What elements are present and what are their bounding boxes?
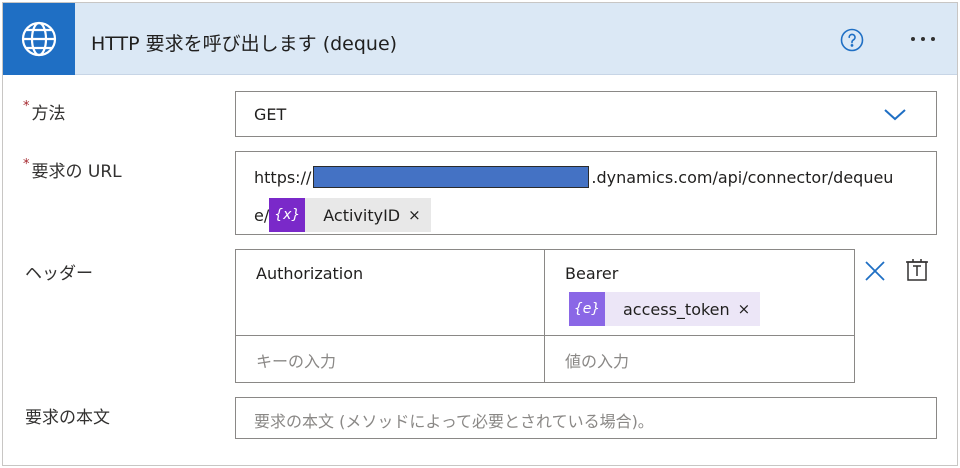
ellipsis-dot <box>931 37 935 41</box>
body-label: 要求の本文 <box>25 408 110 428</box>
url-suffix: .dynamics.com/api/connector/dequeu <box>591 167 894 187</box>
url-second-line: e/ {x} ActivityID × <box>254 198 431 232</box>
header-value-cell[interactable]: Bearer {e} access_token × <box>545 250 854 336</box>
token-label: ActivityID <box>323 205 401 225</box>
switch-to-text-mode-icon[interactable] <box>905 257 929 283</box>
action-title: HTTP 要求を呼び出します (deque) <box>91 33 398 55</box>
required-mark: * <box>23 157 30 172</box>
value-placeholder: 値の入力 <box>565 352 630 371</box>
activityid-token[interactable]: {x} ActivityID × <box>269 198 431 232</box>
redacted-block <box>313 166 590 188</box>
headers-label: ヘッダー <box>25 264 93 284</box>
header-key-value: Authorization <box>256 264 364 283</box>
method-value: GET <box>254 105 287 124</box>
action-header[interactable]: HTTP 要求を呼び出します (deque) <box>3 3 957 75</box>
chevron-down-icon[interactable] <box>882 104 908 124</box>
dynamic-content-icon: {e} <box>569 292 605 326</box>
header-key-cell[interactable]: Authorization <box>236 250 545 336</box>
remove-token-button[interactable]: × <box>738 300 761 318</box>
token-label: access_token <box>623 299 730 319</box>
http-action-card: HTTP 要求を呼び出します (deque) * 方法 GET * 要求の URL … <box>2 2 958 466</box>
url-prefix: https:// <box>254 167 312 187</box>
header-value-input-empty[interactable]: 値の入力 <box>545 336 854 382</box>
key-placeholder: キーの入力 <box>256 352 337 371</box>
url-line2-text: e/ <box>254 205 270 225</box>
body-input[interactable]: 要求の本文 (メソッドによって必要とされている場合)。 <box>235 397 937 439</box>
globe-icon <box>3 3 75 75</box>
help-icon[interactable] <box>839 27 865 53</box>
header-value-text: Bearer <box>565 264 619 283</box>
url-label: * 要求の URL <box>23 157 122 182</box>
url-text-line: https:// .dynamics.com/api/connector/deq… <box>254 166 893 188</box>
close-icon[interactable] <box>863 259 887 283</box>
url-label-text: 要求の URL <box>31 162 122 182</box>
url-input[interactable]: https:// .dynamics.com/api/connector/deq… <box>235 151 937 235</box>
header-key-input-empty[interactable]: キーの入力 <box>236 336 545 382</box>
more-options-button[interactable] <box>903 25 943 53</box>
header-value-token-wrap: {e} access_token × <box>569 292 761 326</box>
method-label: * 方法 <box>23 99 66 124</box>
access-token-token[interactable]: {e} access_token × <box>569 292 761 326</box>
ellipsis-dot <box>911 37 915 41</box>
method-label-text: 方法 <box>31 104 66 124</box>
body-placeholder: 要求の本文 (メソッドによって必要とされている場合)。 <box>254 412 654 431</box>
ellipsis-dot <box>921 37 925 41</box>
expression-icon: {x} <box>269 198 306 232</box>
method-dropdown[interactable]: GET <box>235 91 937 137</box>
headers-table: Authorization Bearer {e} access_token × … <box>235 249 855 383</box>
required-mark: * <box>23 99 30 114</box>
remove-token-button[interactable]: × <box>408 206 431 224</box>
